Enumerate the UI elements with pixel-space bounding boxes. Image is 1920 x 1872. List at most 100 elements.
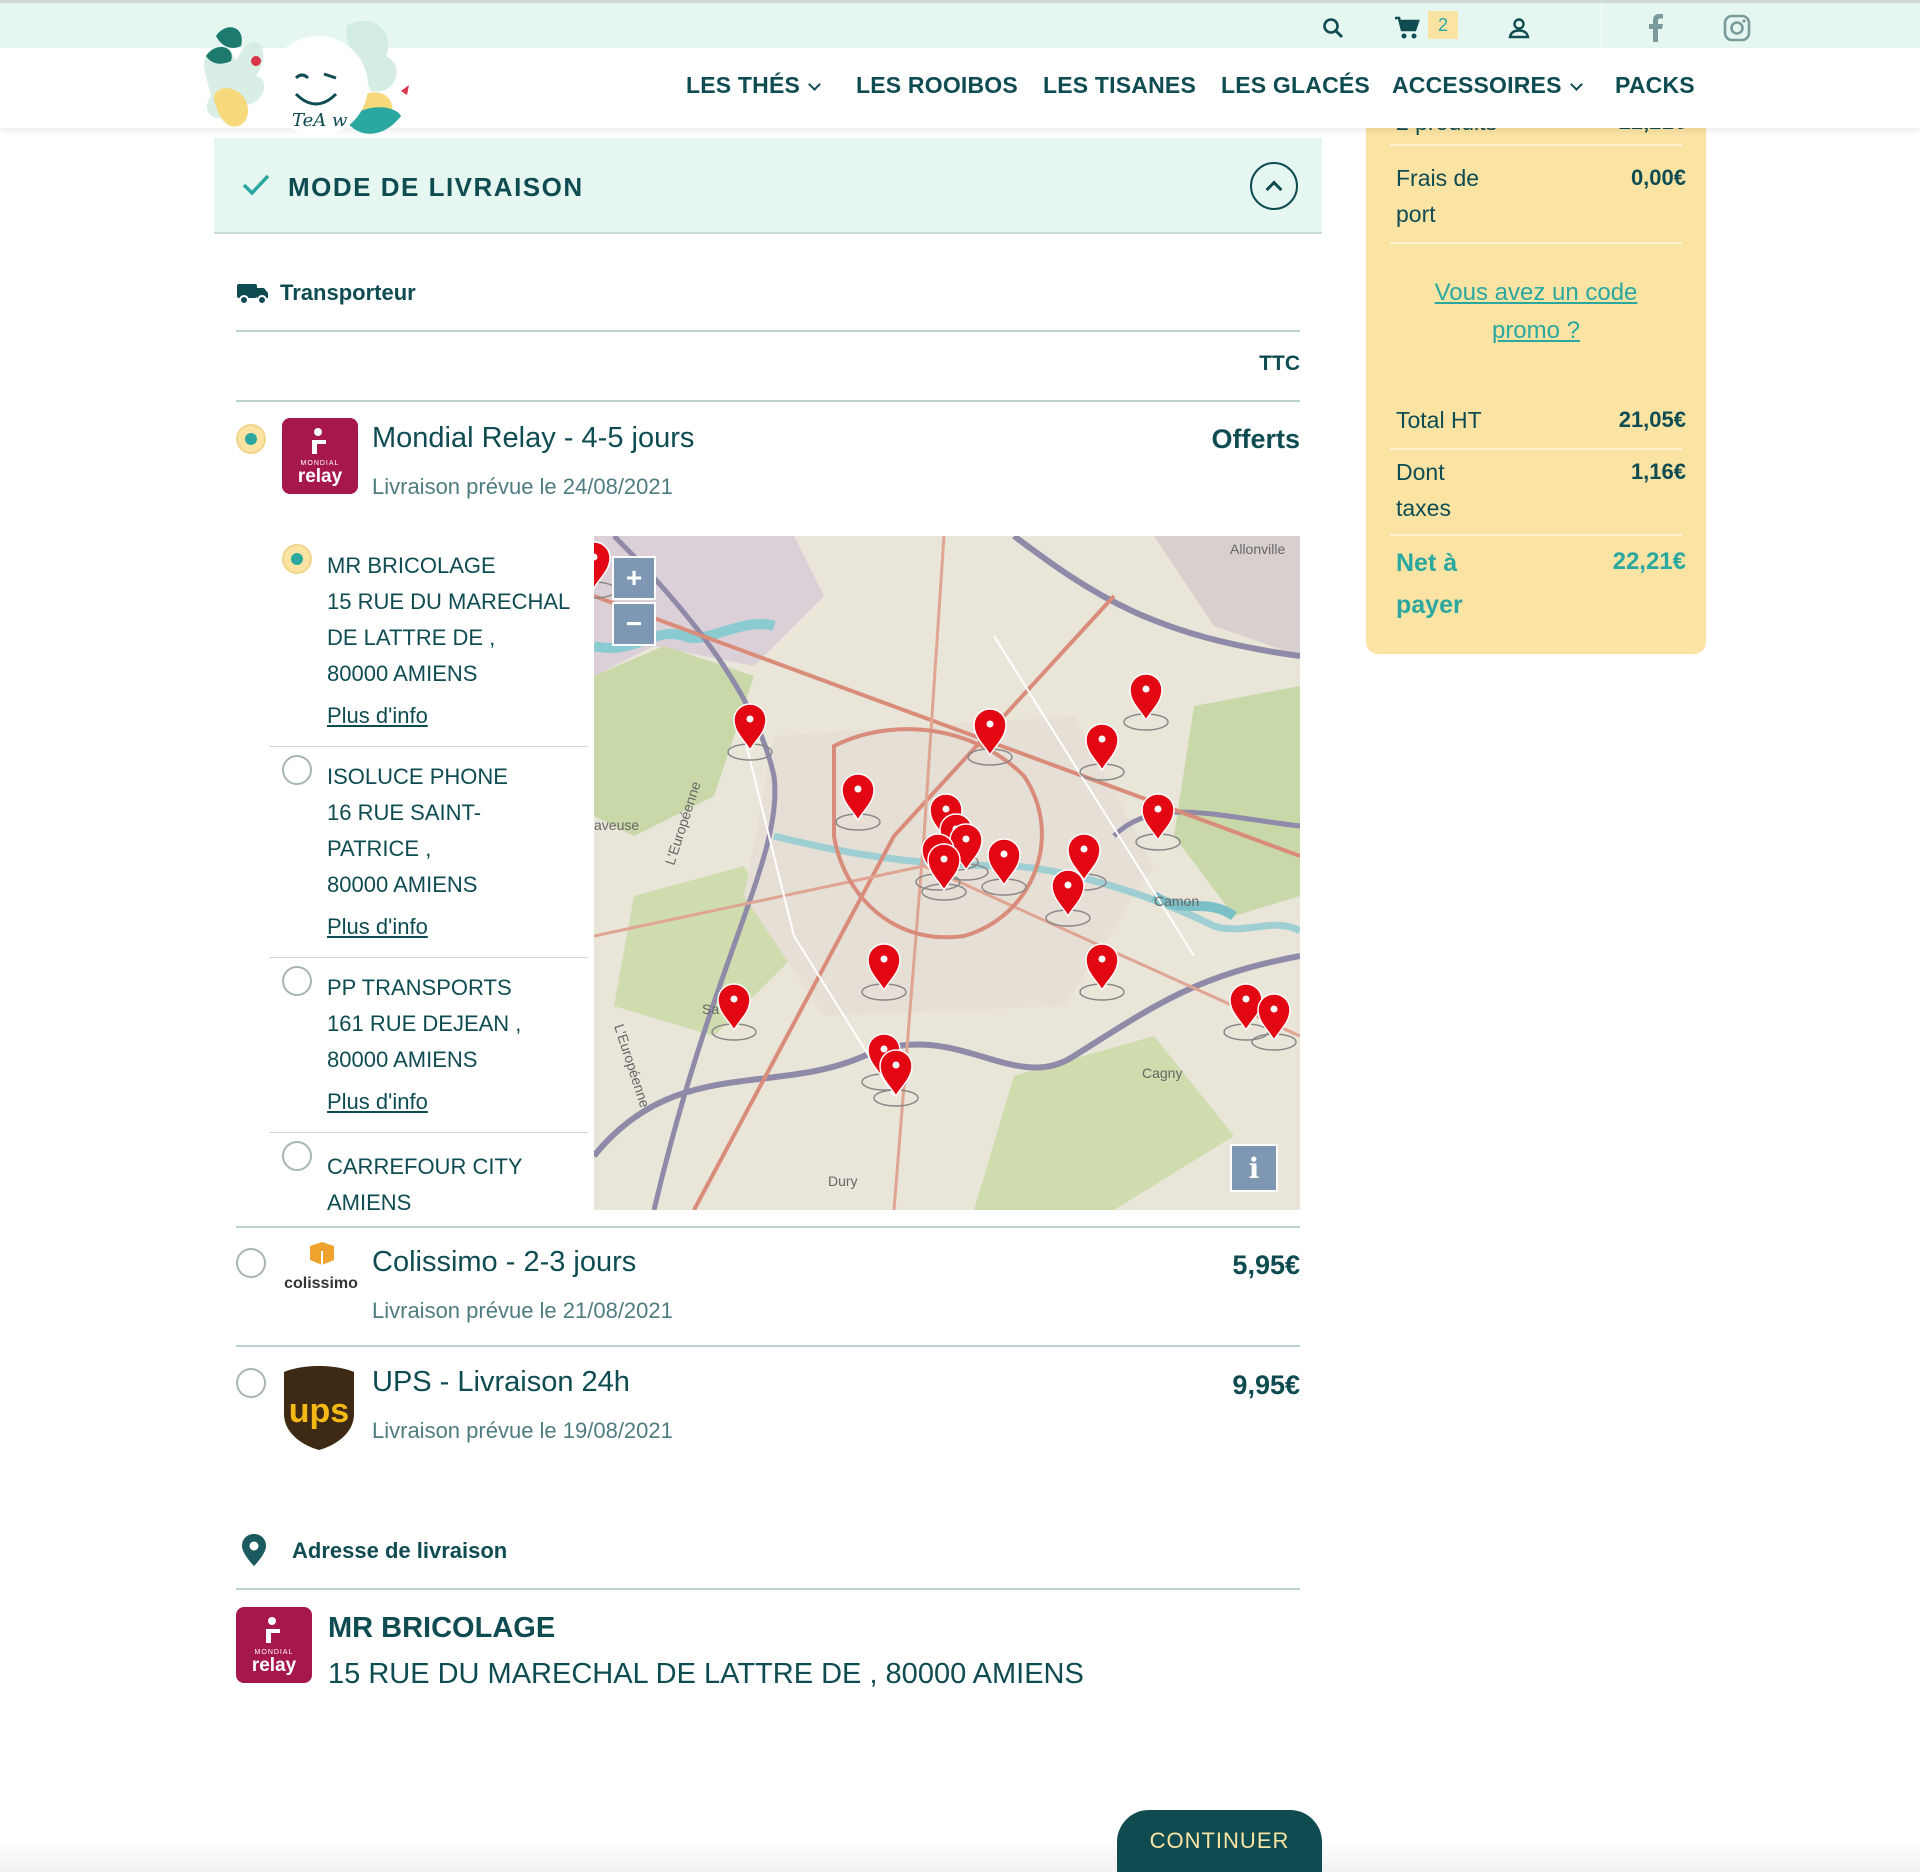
net-label: payer	[1396, 591, 1463, 619]
relay-point-list[interactable]: MR BRICOLAGE 15 RUE DU MARECHAL DE LATTR…	[270, 536, 588, 1210]
carrier-heading: Transporteur	[236, 280, 416, 306]
location-pin-icon	[242, 1534, 266, 1566]
delivery-address-name: MR BRICOLAGE	[328, 1612, 556, 1644]
relay-name: CARREFOUR CITY	[327, 1154, 523, 1179]
tax-value: 1,16€	[1630, 459, 1686, 484]
relay-address: 80000 AMIENS	[327, 661, 478, 686]
svg-text:colissimo: colissimo	[284, 1275, 358, 1292]
continue-button[interactable]: CONTINUER	[1117, 1810, 1322, 1872]
divider	[1390, 448, 1682, 450]
carrier-title-label: Transporteur	[280, 280, 416, 305]
check-icon	[242, 174, 270, 196]
option-name: Colissimo - 2-3 jours	[372, 1246, 637, 1278]
relay-address: 161 RUE DEJEAN ,	[327, 1011, 522, 1036]
svg-text:relay: relay	[298, 466, 343, 487]
divider	[236, 400, 1300, 402]
delivery-address-title: Adresse de livraison	[292, 1538, 508, 1563]
relay-radio[interactable]	[282, 966, 312, 996]
ups-radio[interactable]	[236, 1368, 266, 1398]
cart-icon[interactable]	[1392, 13, 1422, 43]
brand-logo[interactable]: TeA w	[196, 6, 412, 156]
instagram-icon[interactable]	[1722, 13, 1752, 43]
option-price: 9,95€	[1232, 1370, 1300, 1400]
nav-item-les-glaces[interactable]: LES GLACÉS	[1221, 72, 1370, 99]
nav-item-les-thes[interactable]: LES THÉS	[686, 72, 821, 99]
shipping-value: 0,00€	[1630, 165, 1686, 190]
nav-item-packs[interactable]: PACKS	[1615, 72, 1695, 99]
nav-label: ACCESSOIRES	[1392, 72, 1562, 98]
ups-logo: ups	[282, 1364, 356, 1452]
chevron-down-icon	[808, 78, 821, 91]
facebook-icon[interactable]	[1641, 13, 1671, 43]
section-title: MODE DE LIVRAISON	[288, 172, 584, 202]
order-summary: 2 produits 22,21€ Frais de port 0,00€ To…	[1366, 118, 1706, 654]
colissimo-radio[interactable]	[236, 1248, 266, 1278]
cart-count-badge: 2	[1428, 11, 1458, 39]
map-label-town: aveuse	[594, 817, 639, 833]
more-info-link[interactable]: Plus d'info	[327, 1078, 588, 1132]
relay-item[interactable]: CARREFOUR CITY AMIENS	[270, 1133, 588, 1210]
option-name: UPS - Livraison 24h	[372, 1366, 630, 1398]
total-ht-label: Total HT	[1396, 407, 1482, 433]
logo-text: TeA w	[292, 110, 348, 131]
zoom-in-button[interactable]: +	[612, 556, 656, 600]
nav-item-les-rooibos[interactable]: LES ROOIBOS	[856, 72, 1018, 99]
account-icon[interactable]	[1504, 13, 1534, 43]
page-bottom	[0, 1840, 1920, 1872]
shipping-label: Frais de	[1396, 165, 1480, 191]
map-label-camon: Camon	[1154, 893, 1199, 909]
option-date: Livraison prévue le 19/08/2021	[372, 1418, 673, 1443]
chevron-up-icon	[1265, 180, 1283, 198]
tax-label: taxes	[1396, 495, 1451, 521]
nav-label: LES TISANES	[1043, 72, 1197, 98]
nav-item-accessoires[interactable]: ACCESSOIRES	[1392, 72, 1583, 99]
relay-address: AMIENS	[327, 1190, 412, 1210]
divider	[236, 1588, 1300, 1590]
more-info-link[interactable]: Plus d'info	[327, 692, 588, 746]
mondial-relay-radio[interactable]	[236, 424, 266, 454]
divider	[1390, 144, 1682, 146]
relay-address: 15 RUE DU MARECHAL	[327, 589, 571, 614]
relay-item[interactable]: MR BRICOLAGE 15 RUE DU MARECHAL DE LATTR…	[270, 536, 588, 747]
nav-label: LES THÉS	[686, 72, 801, 98]
relay-map[interactable]: Allonville Camon Cagny Dury aveuse Sa L'…	[594, 536, 1300, 1210]
search-icon[interactable]	[1318, 13, 1348, 43]
relay-address: 16 RUE SAINT-	[327, 800, 482, 825]
option-date: Livraison prévue le 24/08/2021	[372, 474, 673, 499]
relay-radio[interactable]	[282, 544, 312, 574]
relay-item[interactable]: PP TRANSPORTS 161 RUE DEJEAN , 80000 AMI…	[270, 958, 588, 1133]
collapse-button[interactable]	[1250, 162, 1298, 210]
relay-address: 80000 AMIENS	[327, 1047, 478, 1072]
divider	[236, 1226, 1300, 1228]
zoom-out-button[interactable]: −	[612, 602, 656, 646]
svg-text:ups: ups	[289, 1392, 349, 1430]
net-value: 22,21€	[1612, 548, 1686, 575]
more-info-link[interactable]: Plus d'info	[327, 903, 588, 957]
mondial-relay-logo: MONDIAL relay	[282, 418, 358, 494]
relay-address: DE LATTRE DE ,	[327, 625, 496, 650]
relay-item[interactable]: ISOLUCE PHONE 16 RUE SAINT- PATRICE , 80…	[270, 747, 588, 958]
relay-name: MR BRICOLAGE	[327, 553, 496, 578]
relay-address: 80000 AMIENS	[327, 872, 478, 897]
option-price: 5,95€	[1232, 1250, 1300, 1280]
nav-label: PACKS	[1615, 72, 1695, 98]
divider	[1390, 534, 1682, 536]
chevron-down-icon	[1569, 78, 1583, 91]
relay-radio[interactable]	[282, 1141, 312, 1171]
relay-radio[interactable]	[282, 755, 312, 785]
net-label: Net à	[1396, 549, 1458, 577]
map-info-button[interactable]: i	[1230, 1144, 1278, 1192]
tax-label: Dont	[1396, 459, 1445, 485]
nav-label: LES ROOIBOS	[856, 72, 1018, 98]
ttc-label: TTC	[1259, 352, 1300, 375]
option-date: Livraison prévue le 21/08/2021	[372, 1298, 673, 1323]
divider	[1390, 242, 1682, 244]
divider	[236, 1345, 1300, 1347]
relay-name: PP TRANSPORTS	[327, 975, 512, 1000]
topbar-divider	[1601, 3, 1602, 51]
nav-item-les-tisanes[interactable]: LES TISANES	[1043, 72, 1196, 99]
map-label-dury: Dury	[828, 1173, 858, 1189]
divider	[236, 330, 1300, 332]
promo-link-text: promo ?	[1491, 317, 1581, 344]
promo-code-link[interactable]: Vous avez un code promo ?	[1386, 274, 1686, 350]
